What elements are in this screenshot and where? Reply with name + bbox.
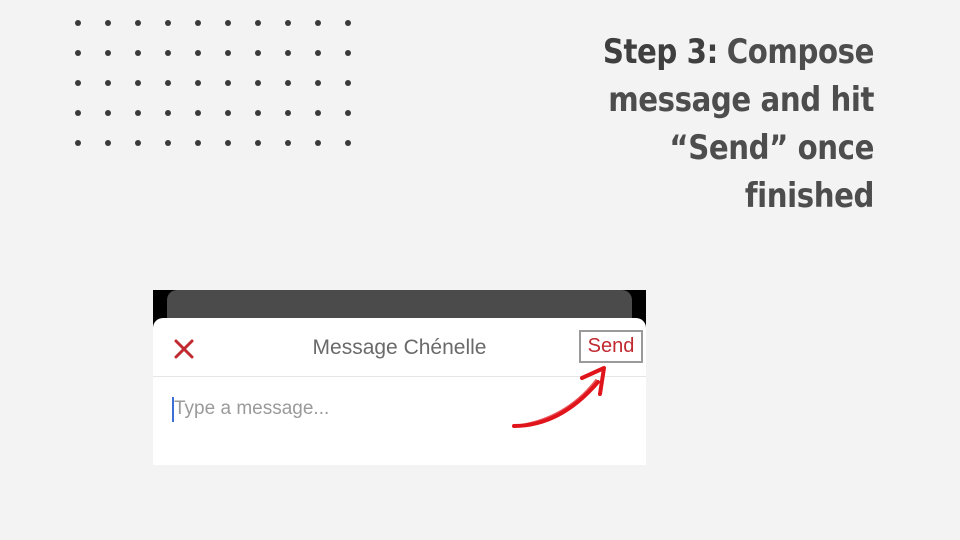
sheet-title: Message Chénelle — [312, 336, 487, 359]
grid-dot — [225, 20, 231, 26]
grid-dot — [195, 80, 201, 86]
grid-dot — [135, 50, 141, 56]
grid-dot — [225, 140, 231, 146]
grid-dot — [195, 50, 201, 56]
grid-dot — [345, 50, 351, 56]
grid-dot — [135, 20, 141, 26]
grid-dot — [345, 140, 351, 146]
red-arrow-icon — [512, 366, 606, 428]
grid-dot — [225, 80, 231, 86]
grid-dot — [135, 80, 141, 86]
grid-dot — [225, 110, 231, 116]
grid-dot — [285, 80, 291, 86]
decorative-dot-grid — [70, 14, 356, 150]
grid-dot — [105, 80, 111, 86]
heading-line-4: finished — [744, 176, 875, 216]
grid-dot — [255, 110, 261, 116]
grid-dot — [255, 80, 261, 86]
heading-step-label: Step 3: — [602, 32, 718, 72]
grid-dot — [315, 110, 321, 116]
grid-dot — [165, 20, 171, 26]
grid-dot — [195, 140, 201, 146]
grid-dot — [285, 20, 291, 26]
grid-dot — [345, 110, 351, 116]
grid-dot — [135, 140, 141, 146]
grid-dot — [195, 110, 201, 116]
grid-dot — [75, 110, 81, 116]
grid-dot — [315, 50, 321, 56]
grid-dot — [75, 140, 81, 146]
text-cursor — [172, 397, 174, 422]
heading-line-2: message and hit — [608, 80, 874, 120]
grid-dot — [135, 110, 141, 116]
grid-dot — [105, 140, 111, 146]
grid-dot — [75, 80, 81, 86]
grid-dot — [255, 50, 261, 56]
grid-dot — [285, 140, 291, 146]
heading-line-3: “Send” once — [669, 128, 874, 168]
step-heading: Step 3: Compose message and hit “Send” o… — [599, 28, 875, 220]
grid-dot — [105, 110, 111, 116]
grid-dot — [105, 20, 111, 26]
send-button[interactable]: Send — [579, 330, 643, 363]
grid-dot — [285, 50, 291, 56]
grid-dot — [75, 50, 81, 56]
grid-dot — [285, 110, 291, 116]
grid-dot — [165, 50, 171, 56]
grid-dot — [315, 140, 321, 146]
grid-dot — [165, 80, 171, 86]
grid-dot — [345, 80, 351, 86]
grid-dot — [315, 80, 321, 86]
heading-line-1: Compose — [726, 32, 875, 72]
grid-dot — [195, 20, 201, 26]
grid-dot — [255, 140, 261, 146]
grid-dot — [75, 20, 81, 26]
grid-dot — [225, 50, 231, 56]
grid-dot — [105, 50, 111, 56]
grid-dot — [165, 110, 171, 116]
grid-dot — [255, 20, 261, 26]
grid-dot — [165, 140, 171, 146]
grid-dot — [345, 20, 351, 26]
compose-screenshot: Message Chénelle Send — [153, 290, 646, 465]
grid-dot — [315, 20, 321, 26]
